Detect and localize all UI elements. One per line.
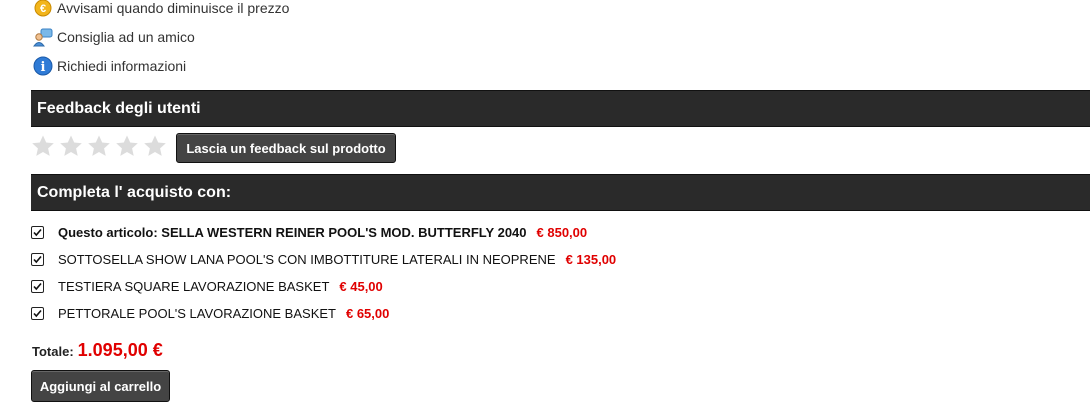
total-label: Totale: <box>32 344 74 359</box>
bundle-item-label: PETTORALE POOL'S LAVORAZIONE BASKET <box>58 306 336 321</box>
euro-coin-icon: € <box>33 0 53 18</box>
bundle-item-price: € 65,00 <box>345 306 390 321</box>
bundle-item-label: TESTIERA SQUARE LAVORAZIONE BASKET <box>58 279 330 294</box>
price-alert-label[interactable]: Avvisami quando diminuisce il prezzo <box>57 0 289 16</box>
total-value: 1.095,00 € <box>77 340 163 360</box>
rating-stars[interactable] <box>31 134 171 158</box>
star-icon[interactable] <box>31 134 55 158</box>
bundle-title: Completa l' acquisto con: <box>37 183 232 201</box>
price-alert-link[interactable]: € Avvisami quando diminuisce il prezzo <box>33 0 289 18</box>
info-icon: i <box>33 56 53 76</box>
bundle-item: TESTIERA SQUARE LAVORAZIONE BASKET € 45,… <box>31 279 383 294</box>
bundle-total: Totale: 1.095,00 € <box>32 340 163 361</box>
leave-feedback-button[interactable]: Lascia un feedback sul prodotto <box>176 133 396 163</box>
bundle-item-label: Questo articolo: SELLA WESTERN REINER PO… <box>58 225 527 240</box>
bundle-item: Questo articolo: SELLA WESTERN REINER PO… <box>31 225 587 240</box>
bundle-item-price: € 850,00 <box>536 225 588 240</box>
recommend-friend-label[interactable]: Consiglia ad un amico <box>57 29 195 45</box>
bundle-item: PETTORALE POOL'S LAVORAZIONE BASKET € 65… <box>31 306 389 321</box>
star-icon[interactable] <box>59 134 83 158</box>
bundle-item: SOTTOSELLA SHOW LANA POOL'S CON IMBOTTIT… <box>31 252 616 267</box>
bundle-item-price: € 135,00 <box>565 252 617 267</box>
bundle-section-header: Completa l' acquisto con: <box>31 174 1090 211</box>
bundle-item-checkbox[interactable] <box>31 307 44 320</box>
svg-text:i: i <box>41 60 46 75</box>
bundle-item-checkbox[interactable] <box>31 253 44 266</box>
feedback-section-header: Feedback degli utenti <box>31 90 1090 127</box>
recommend-friend-link[interactable]: Consiglia ad un amico <box>33 27 195 47</box>
request-info-link[interactable]: i Richiedi informazioni <box>33 56 186 76</box>
bundle-item-checkbox[interactable] <box>31 226 44 239</box>
star-icon[interactable] <box>87 134 111 158</box>
feedback-title: Feedback degli utenti <box>37 99 201 117</box>
request-info-label[interactable]: Richiedi informazioni <box>57 58 186 74</box>
svg-text:€: € <box>40 3 46 15</box>
bundle-item-label: SOTTOSELLA SHOW LANA POOL'S CON IMBOTTIT… <box>58 252 556 267</box>
users-chat-icon <box>33 27 53 47</box>
bundle-item-price: € 45,00 <box>339 279 383 294</box>
star-icon[interactable] <box>115 134 139 158</box>
bundle-item-checkbox[interactable] <box>31 280 44 293</box>
add-to-cart-button[interactable]: Aggiungi al carrello <box>31 370 170 402</box>
star-icon[interactable] <box>143 134 167 158</box>
